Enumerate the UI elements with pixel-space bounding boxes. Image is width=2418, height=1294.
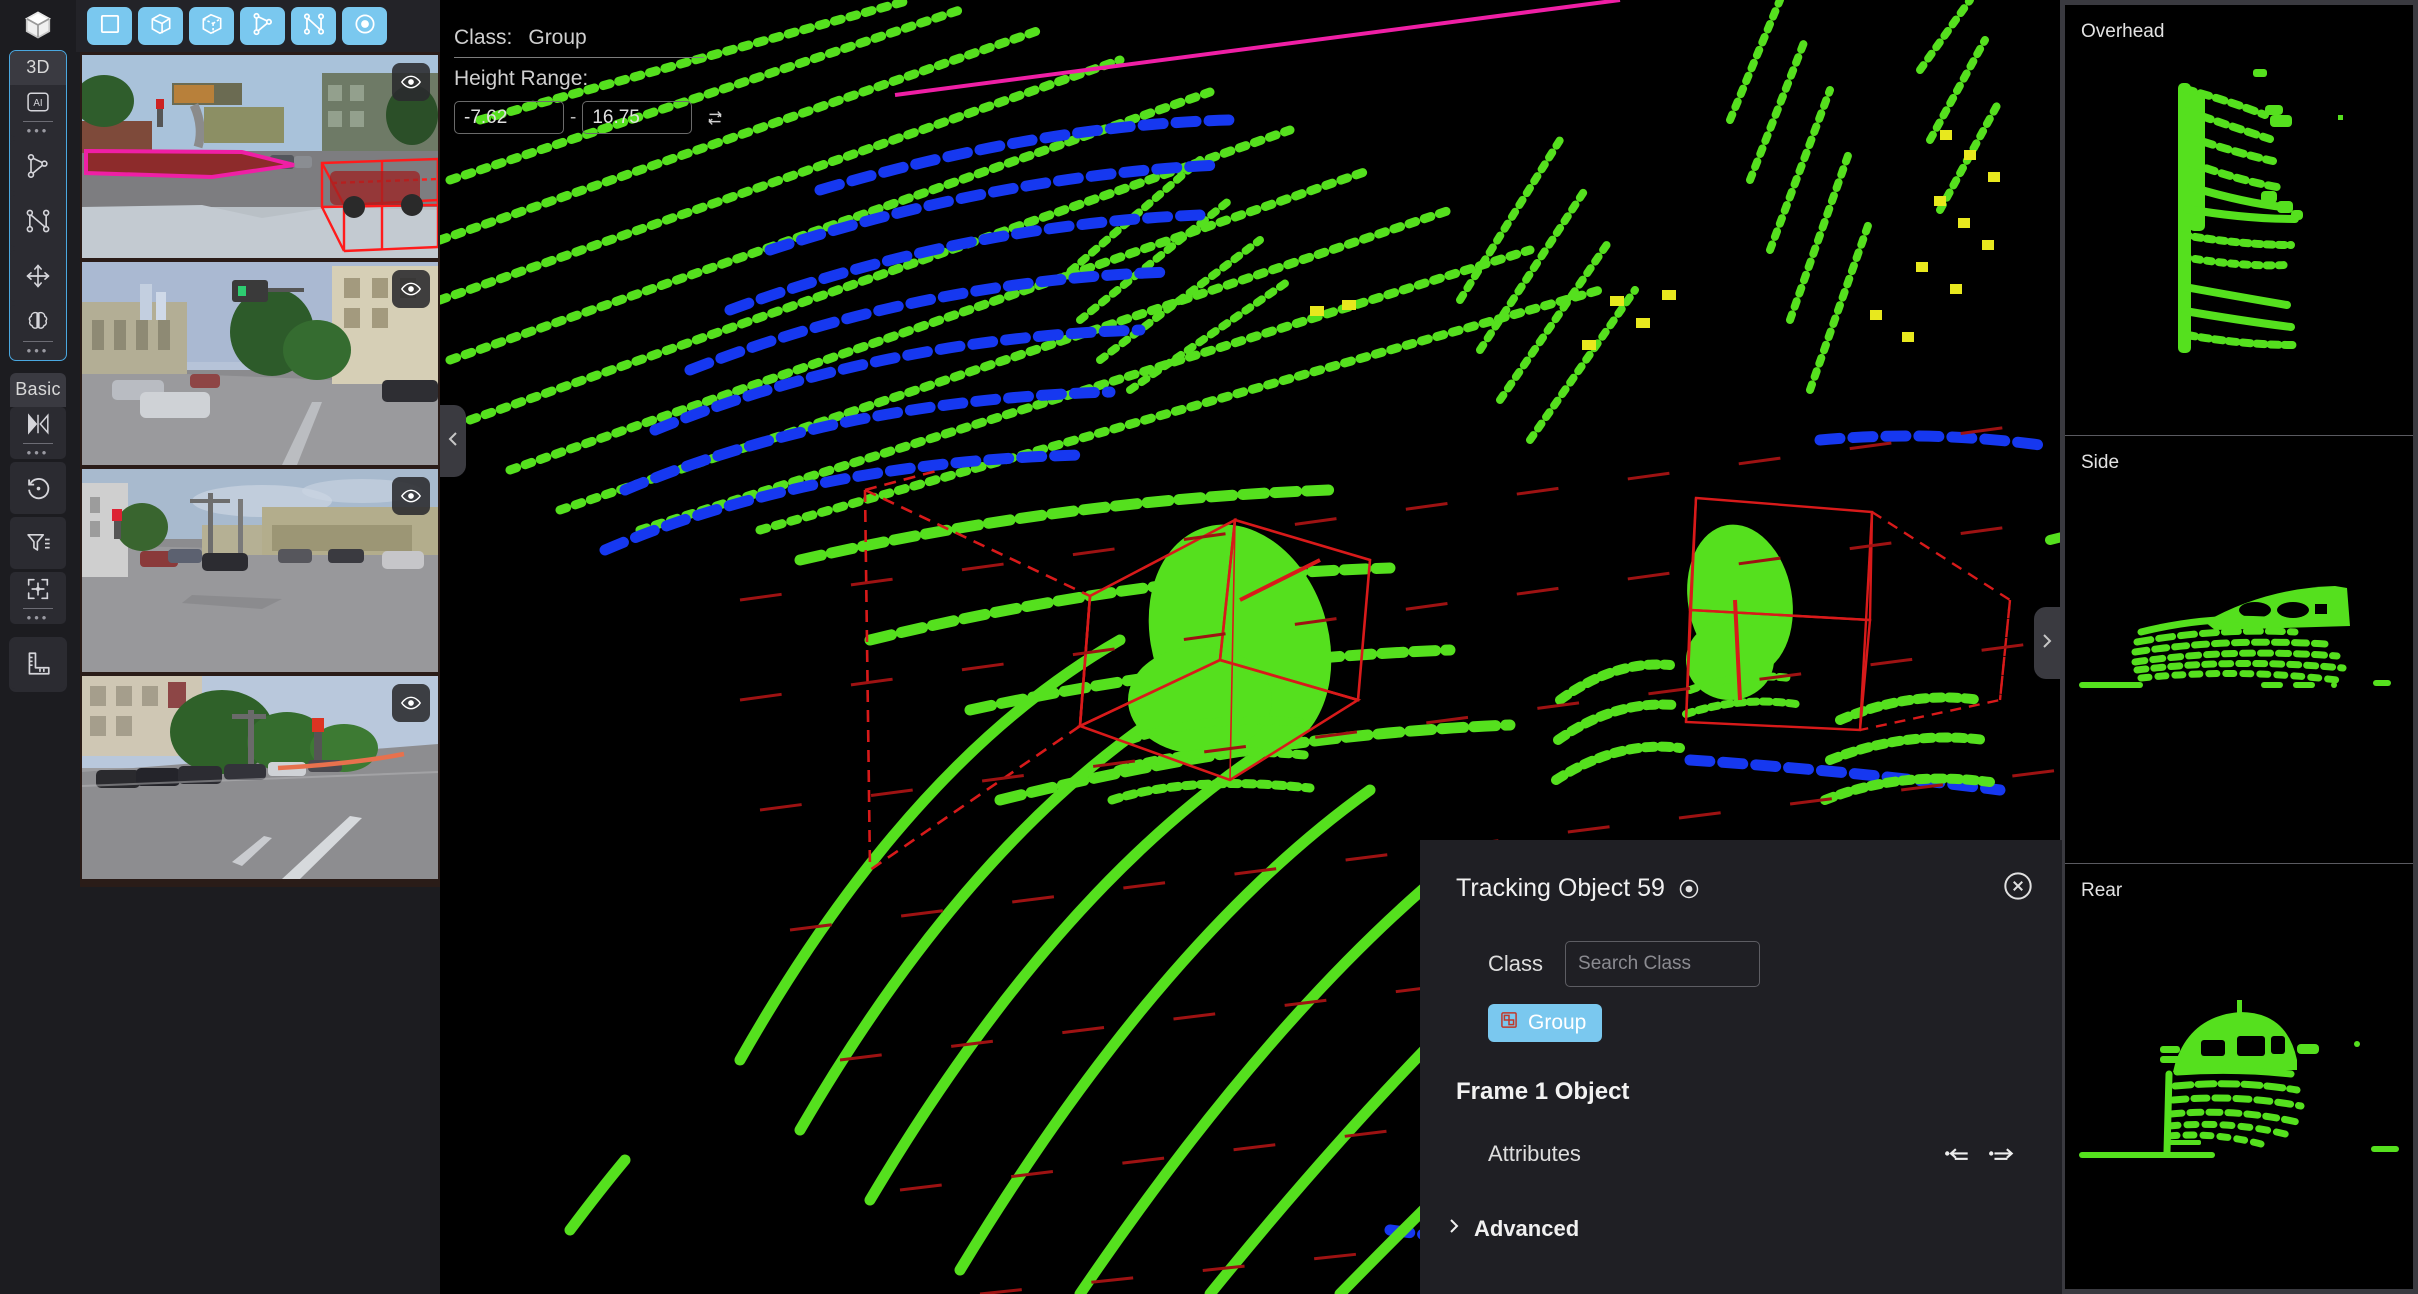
rail-item-focus-more[interactable]: ••• — [23, 608, 53, 624]
range-separator: - — [570, 106, 577, 128]
preview-panel-column: Overhead Side Rear — [2060, 0, 2418, 1294]
rail-item-polygon[interactable] — [10, 140, 66, 192]
polygon-icon — [24, 149, 52, 183]
camera-thumb-front[interactable] — [82, 55, 438, 258]
rail-group-measure — [9, 637, 67, 692]
ai-box-icon: AI — [24, 85, 52, 119]
class-chip-group[interactable]: Group — [1488, 1004, 1603, 1042]
cube-wireframe-icon — [148, 11, 174, 42]
copy-to-previous-icon[interactable] — [1944, 1140, 1972, 1168]
chevron-right-icon — [1446, 1216, 1462, 1242]
camera-thumb-rear-left[interactable] — [82, 676, 438, 879]
left-toolbar: 3D AI ••• ••• Basic ••• ••• — [0, 0, 76, 1294]
svg-text:AI: AI — [33, 98, 42, 109]
rail-item-segmentation-more[interactable]: ••• — [23, 341, 53, 357]
shape-toolbar — [76, 0, 440, 52]
polyline-icon — [301, 11, 327, 42]
class-field-label: Class — [1488, 951, 1544, 976]
object-visibility-toggle[interactable] — [1677, 877, 1701, 901]
cube-logo-icon — [0, 0, 76, 50]
move-arrows-icon — [24, 259, 52, 293]
rail-item-ai-more[interactable]: ••• — [23, 121, 53, 137]
collapse-left-panel-handle[interactable] — [440, 405, 466, 477]
shape-tool-cuboid-face[interactable] — [189, 7, 234, 45]
rail-group-3d: 3D AI ••• ••• — [9, 50, 67, 361]
rail-group-3d-label: 3D — [10, 51, 66, 85]
rail-item-polyline[interactable] — [10, 195, 66, 247]
shape-tool-point[interactable] — [342, 7, 387, 45]
height-max-input[interactable] — [582, 101, 693, 134]
attributes-label: Attributes — [1488, 1141, 1581, 1166]
camera-visibility-toggle[interactable] — [392, 270, 430, 308]
expand-right-panel-handle[interactable] — [2034, 607, 2060, 679]
chevron-right-icon — [2039, 631, 2055, 656]
dot-circle-icon — [352, 11, 378, 42]
rail-item-undo-rotate[interactable] — [10, 462, 66, 514]
object-title: Tracking Object 59 — [1456, 874, 1665, 902]
rail-item-ai-assist[interactable]: AI ••• — [10, 85, 66, 137]
rail-item-measure[interactable] — [10, 637, 66, 689]
rail-item-segmentation[interactable]: ••• — [10, 305, 66, 357]
polygon-icon — [250, 11, 276, 42]
play-compare-icon — [23, 407, 53, 441]
rail-group-basic-label: Basic — [10, 373, 66, 407]
class-chip-label: Group — [1528, 1011, 1587, 1034]
chevron-left-icon — [445, 429, 461, 454]
shape-tool-rectangle[interactable] — [87, 7, 132, 45]
group-shapes-icon — [1499, 1010, 1519, 1036]
camera-visibility-toggle[interactable] — [392, 63, 430, 101]
cube-face-icon — [199, 11, 225, 42]
camera-visibility-toggle[interactable] — [392, 477, 430, 515]
rail-item-move[interactable] — [10, 250, 66, 302]
shape-tool-polyline[interactable] — [291, 7, 336, 45]
preview-overhead[interactable]: Overhead — [2065, 5, 2413, 435]
camera-thumb-front-left[interactable] — [82, 262, 438, 465]
advanced-section-toggle[interactable]: Advanced — [1446, 1216, 2026, 1242]
preview-rear-label: Rear — [2081, 880, 2123, 901]
camera-visibility-toggle[interactable] — [392, 684, 430, 722]
rail-item-playback-more[interactable]: ••• — [23, 443, 53, 459]
camera-thumb-side-left[interactable] — [82, 469, 438, 672]
advanced-label: Advanced — [1474, 1216, 1580, 1241]
preview-side[interactable]: Side — [2065, 435, 2413, 863]
preview-side-label: Side — [2081, 452, 2120, 473]
square-icon — [97, 11, 123, 42]
preview-overhead-label: Overhead — [2081, 21, 2165, 42]
rail-group-basic: Basic ••• ••• — [9, 372, 67, 628]
camera-thumbnail-list — [80, 52, 440, 887]
object-detail-panel: Tracking Object 59 Class Search Class Gr… — [1420, 840, 2062, 1294]
shape-tool-cuboid[interactable] — [138, 7, 183, 45]
rail-item-focus[interactable]: ••• — [10, 572, 66, 624]
frame-object-heading: Frame 1 Object — [1456, 1078, 1630, 1105]
shape-tool-polygon[interactable] — [240, 7, 285, 45]
funnel-icon — [24, 526, 52, 560]
class-search-input[interactable] — [1565, 941, 1761, 987]
height-min-input[interactable] — [454, 101, 564, 134]
link-range-icon[interactable] — [702, 105, 728, 131]
rail-item-filter[interactable] — [10, 517, 66, 569]
ruler-icon — [24, 646, 53, 680]
copy-to-next-icon[interactable] — [1988, 1140, 2016, 1168]
polyline-icon — [24, 204, 52, 238]
close-panel-button[interactable] — [2002, 870, 2034, 902]
brain-icon — [24, 305, 52, 339]
rail-item-playback[interactable]: ••• — [10, 407, 66, 459]
preview-rear[interactable]: Rear — [2065, 863, 2413, 1289]
rotate-undo-icon — [24, 471, 53, 505]
crosshair-focus-icon — [24, 572, 52, 606]
